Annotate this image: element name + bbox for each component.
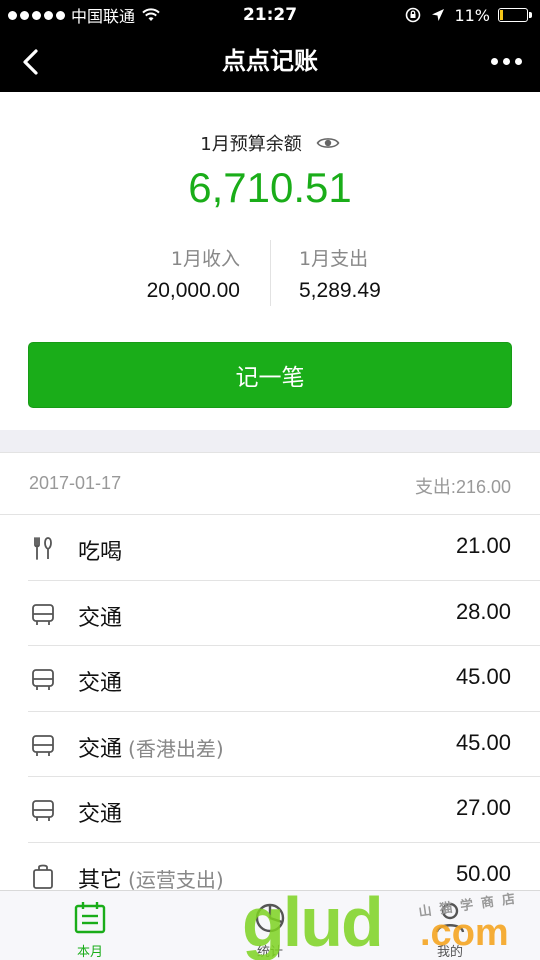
budget-label: 1月预算余额	[200, 134, 302, 155]
income-label: 1月收入	[170, 248, 240, 270]
transaction-category: 交通	[78, 600, 122, 632]
more-dot	[514, 57, 522, 65]
tab-label: 本月	[76, 945, 103, 960]
transaction-category: 交通	[78, 665, 122, 697]
category-label: 其它	[78, 867, 123, 891]
utensils-icon	[34, 537, 52, 560]
transaction-amount: 21.00	[455, 533, 511, 558]
category-label: 交通	[78, 736, 123, 762]
category-label: 交通	[78, 671, 123, 696]
chevron-left-icon	[23, 49, 38, 75]
battery-level	[500, 10, 503, 20]
expense-label: 1月支出	[299, 248, 369, 270]
transaction-category: 其它 (运营支出)	[78, 862, 224, 891]
tab-bar: 本月 统计 我的	[0, 890, 540, 960]
pie-chart-icon	[255, 903, 285, 933]
transaction-date: 2017-01-17	[29, 473, 122, 493]
transaction-category: 交通	[78, 796, 122, 828]
battery-percent: 11%	[454, 5, 490, 25]
nav-bar: 点点记账	[0, 30, 540, 92]
expense-stat: 1月支出 5,289.49	[299, 244, 499, 303]
transaction-list: 吃喝 21.00 交通 28.00 交通 45.00 交通 (香港出差) 45.00 交通 27.0…	[0, 515, 540, 890]
tab-mine[interactable]: 我的	[360, 891, 540, 960]
eye-icon[interactable]	[316, 135, 340, 151]
transaction-day-header: 2017-01-17 支出:216.00	[0, 453, 540, 515]
more-dot	[502, 57, 510, 65]
bag-icon	[33, 864, 53, 889]
more-dot	[490, 57, 498, 65]
bus-icon	[32, 800, 54, 821]
transaction-row[interactable]: 吃喝 21.00	[0, 515, 540, 581]
more-button[interactable]	[486, 46, 526, 76]
battery-icon	[498, 8, 532, 22]
category-label: 交通	[78, 802, 123, 827]
tab-label: 我的	[436, 945, 463, 960]
budget-summary: 1月预算余额 6,710.51 1月收入 20,000.00 1月支出 5,28…	[0, 92, 540, 430]
transaction-row[interactable]: 交通 28.00	[0, 581, 540, 647]
page-title: 点点记账	[222, 47, 318, 75]
transaction-category: 吃喝	[78, 534, 122, 566]
transaction-row[interactable]: 交通 45.00	[0, 646, 540, 712]
bus-icon	[32, 603, 54, 625]
location-arrow-icon	[432, 9, 445, 21]
rotation-lock-icon	[406, 7, 421, 23]
transaction-row[interactable]: 其它 (运营支出) 50.00	[0, 843, 540, 891]
budget-amount: 6,710.51	[188, 164, 352, 211]
person-icon	[435, 902, 465, 933]
budget-label-row: 1月预算余额	[0, 130, 540, 156]
transaction-list-card: 2017-01-17 支出:216.00 吃喝 21.00 交通 28.00 交通 45.…	[0, 452, 540, 890]
transaction-category: 交通 (香港出差)	[78, 731, 224, 763]
back-button[interactable]	[10, 42, 50, 82]
transaction-amount: 27.00	[455, 795, 511, 820]
day-expense-total: 支出:216.00	[414, 477, 511, 497]
transaction-note: (香港出差)	[128, 736, 224, 761]
status-right: 11%	[404, 0, 532, 30]
tab-label: 统计	[256, 945, 283, 960]
transaction-amount: 45.00	[455, 664, 511, 689]
transaction-amount: 28.00	[455, 598, 511, 624]
transaction-amount: 50.00	[455, 860, 511, 886]
expense-value: 5,289.49	[299, 279, 381, 302]
calendar-icon	[74, 902, 106, 934]
transaction-amount: 45.00	[455, 729, 511, 755]
status-bar: 中国联通 21:27 11%	[0, 0, 540, 30]
transaction-row[interactable]: 交通 (香港出差) 45.00	[0, 712, 540, 778]
record-button[interactable]: 记一笔	[28, 342, 512, 408]
bus-icon	[32, 734, 54, 756]
tab-this-month[interactable]: 本月	[0, 891, 180, 960]
transaction-note: (运营支出)	[128, 867, 224, 891]
income-value: 20,000.00	[146, 279, 240, 302]
transaction-row[interactable]: 交通 27.00	[0, 777, 540, 843]
stat-divider	[270, 240, 271, 306]
income-stat: 1月收入 20,000.00	[40, 244, 240, 303]
tab-statistics[interactable]: 统计	[180, 891, 360, 960]
category-label: 吃喝	[78, 540, 123, 565]
category-label: 交通	[78, 605, 123, 631]
bus-icon	[32, 669, 54, 690]
